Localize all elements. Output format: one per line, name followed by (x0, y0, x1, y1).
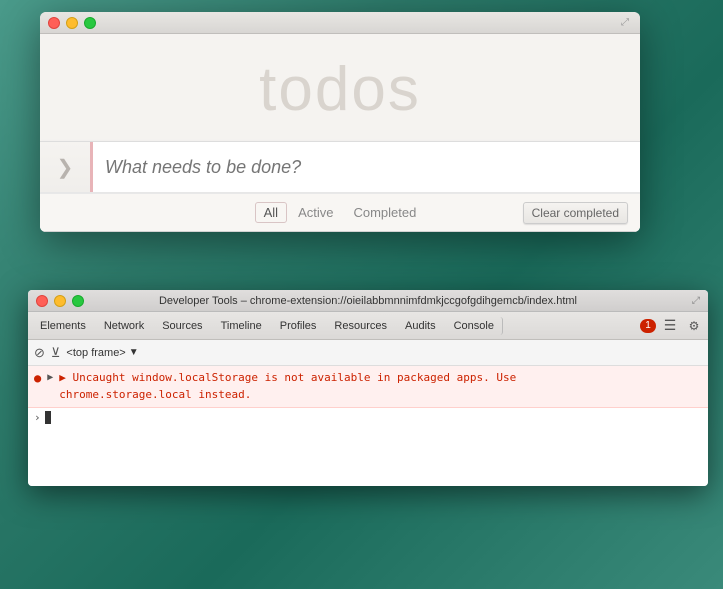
devtools-minimize-button[interactable] (54, 295, 66, 307)
tab-elements[interactable]: Elements (32, 317, 94, 335)
toggle-all-button[interactable]: ❯ (40, 142, 90, 192)
todo-footer: All Active Completed Clear completed (40, 193, 640, 231)
console-error-row: ● ▶ ▶ Uncaught window.localStorage is no… (28, 366, 708, 408)
tab-resources[interactable]: Resources (326, 317, 395, 335)
error-count-badge: 1 (640, 319, 656, 333)
filter-active-button[interactable]: Active (289, 202, 342, 223)
devtools-toolbar-icons: 1 ☰ ⚙ (640, 316, 704, 336)
dropdown-icon: ▼ (129, 347, 139, 358)
minimize-button[interactable] (66, 17, 78, 29)
console-cursor[interactable] (45, 411, 51, 424)
devtools-fullscreen-button[interactable] (72, 295, 84, 307)
todos-app-title: todos (40, 54, 640, 125)
tab-audits[interactable]: Audits (397, 317, 444, 335)
console-error-text: ▶ Uncaught window.localStorage is not av… (59, 370, 516, 403)
console-input-row: › (28, 408, 708, 427)
devtools-title: Developer Tools – chrome-extension://oie… (159, 295, 577, 307)
devtools-traffic-lights (36, 295, 84, 307)
devtools-secondary-toolbar: ⊘ ⊻ <top frame> ▼ (28, 340, 708, 366)
settings-icon[interactable]: ⚙ (684, 316, 704, 336)
tab-sources[interactable]: Sources (154, 317, 210, 335)
todos-titlebar: ⤢ (40, 12, 640, 34)
todo-input-section: ❯ All Active Completed Clear completed (40, 141, 640, 232)
tab-network[interactable]: Network (96, 317, 152, 335)
devtools-window: Developer Tools – chrome-extension://oie… (28, 290, 708, 486)
todo-input[interactable] (90, 142, 640, 192)
devtools-expand-icon[interactable]: ⤢ (692, 295, 700, 306)
no-entry-icon[interactable]: ⊘ (34, 345, 45, 361)
error-circle-icon: ● (34, 371, 41, 385)
todos-app-body: todos ❯ All Active Completed Clear compl… (40, 34, 640, 232)
devtools-toolbar: Elements Network Sources Timeline Profil… (28, 312, 708, 340)
filter-all-button[interactable]: All (255, 202, 287, 223)
todo-input-row: ❯ (40, 142, 640, 193)
todos-app-window: ⤢ todos ❯ All Active Completed Clear com… (40, 12, 640, 232)
devtools-titlebar: Developer Tools – chrome-extension://oie… (28, 290, 708, 312)
tab-console[interactable]: Console (446, 317, 503, 335)
filter-completed-button[interactable]: Completed (344, 202, 425, 223)
close-button[interactable] (48, 17, 60, 29)
devtools-close-button[interactable] (36, 295, 48, 307)
console-prompt-icon: › (34, 411, 41, 424)
traffic-lights (48, 17, 96, 29)
devtools-console: ● ▶ ▶ Uncaught window.localStorage is no… (28, 366, 708, 486)
clear-completed-button[interactable]: Clear completed (523, 202, 628, 224)
todo-filters: All Active Completed (255, 202, 426, 223)
error-line-1: ▶ Uncaught window.localStorage is not av… (59, 370, 516, 387)
fullscreen-button[interactable] (84, 17, 96, 29)
frame-selector-label: <top frame> (66, 347, 125, 359)
frame-selector[interactable]: <top frame> ▼ (66, 347, 138, 359)
tab-timeline[interactable]: Timeline (213, 317, 270, 335)
filter-icon[interactable]: ⊻ (51, 345, 61, 361)
expand-console-icon[interactable]: ☰ (660, 316, 680, 336)
window-fullscreen-icon[interactable]: ⤢ (618, 16, 632, 30)
error-expand-icon[interactable]: ▶ (47, 372, 53, 383)
error-line-2: chrome.storage.local instead. (59, 387, 516, 404)
tab-profiles[interactable]: Profiles (272, 317, 325, 335)
